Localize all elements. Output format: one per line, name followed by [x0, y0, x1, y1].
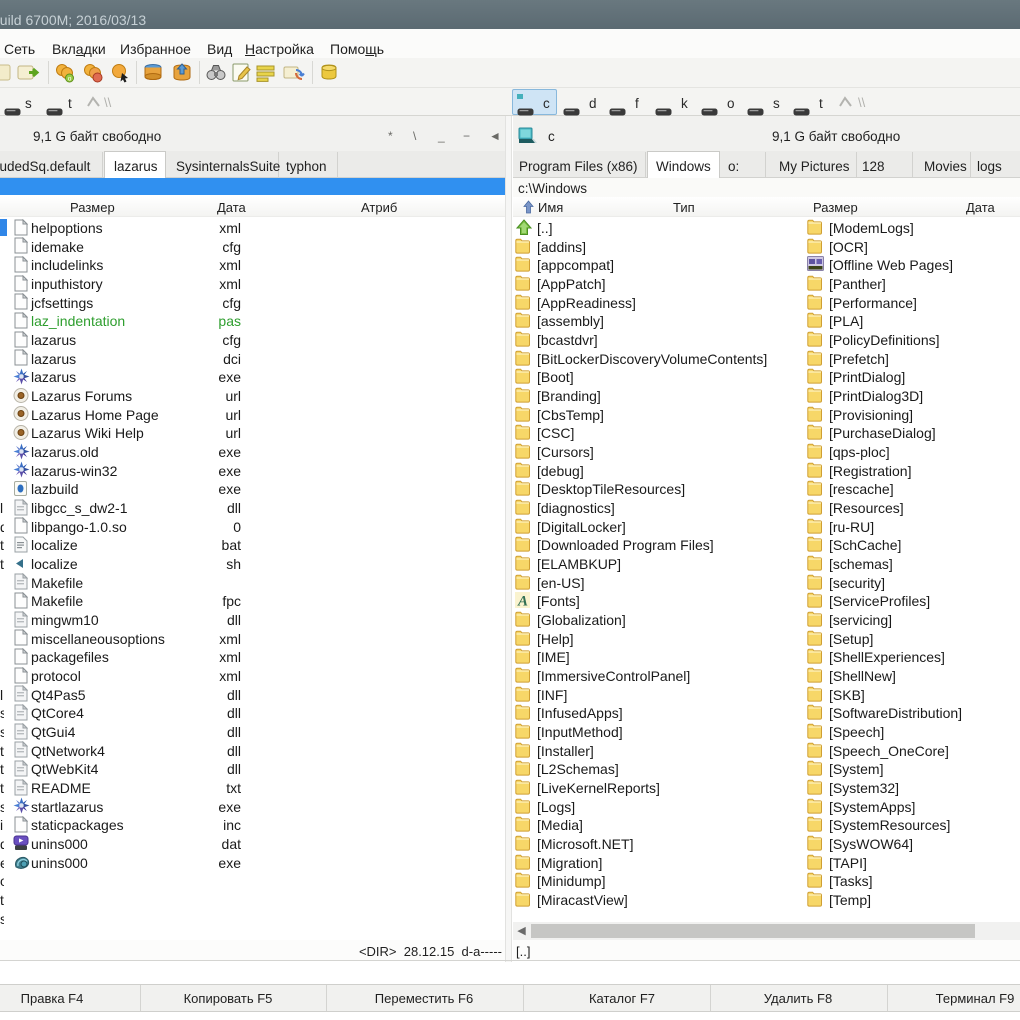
svg-text:A: A — [517, 593, 528, 608]
svg-text:o: o — [68, 76, 72, 83]
